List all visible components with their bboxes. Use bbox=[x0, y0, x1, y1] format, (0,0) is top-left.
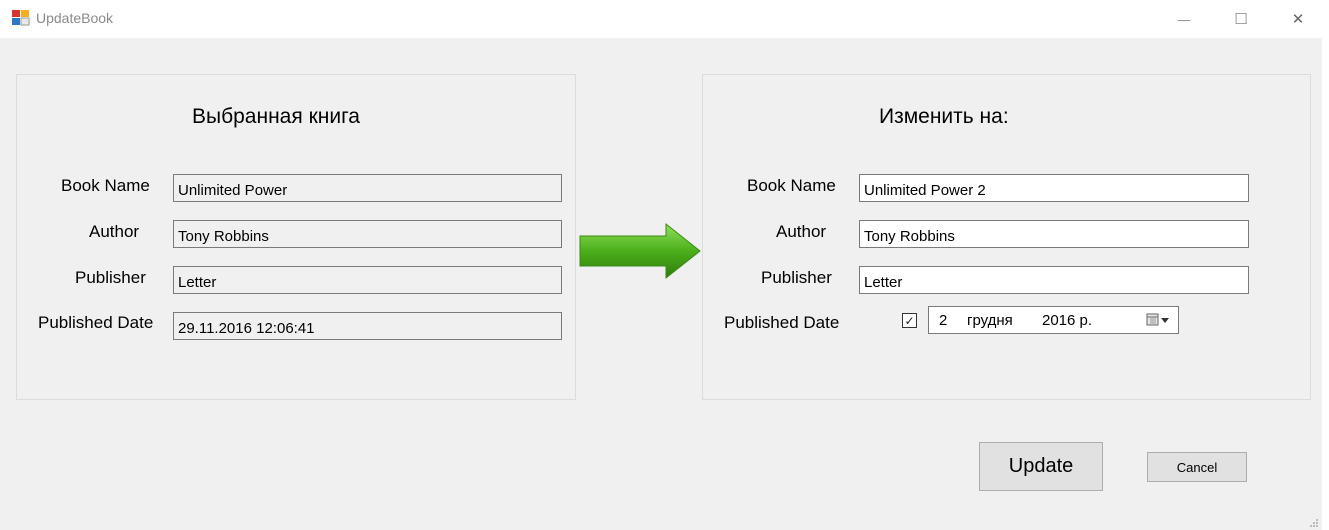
selected-book-title: Выбранная книга bbox=[192, 105, 360, 128]
window-title: UpdateBook bbox=[36, 10, 114, 26]
title-bar: UpdateBook — ☐ ✕ bbox=[0, 0, 1329, 38]
update-button[interactable]: Update bbox=[979, 442, 1103, 491]
arrow-right-icon bbox=[579, 222, 701, 280]
left-publisher-label: Publisher bbox=[75, 268, 146, 287]
published-date-checkbox[interactable]: ✓ bbox=[902, 313, 917, 328]
right-author-label: Author bbox=[776, 222, 827, 241]
left-published-date-field[interactable] bbox=[173, 312, 562, 340]
published-date-picker[interactable]: 2 грудня 2016 р. bbox=[928, 306, 1179, 334]
left-author-field[interactable] bbox=[173, 220, 562, 248]
cancel-button[interactable]: Cancel bbox=[1147, 452, 1247, 482]
minimize-icon: — bbox=[1177, 11, 1191, 27]
change-to-title: Изменить на: bbox=[879, 105, 1009, 128]
left-book-name-field[interactable] bbox=[173, 174, 562, 202]
left-author-label: Author bbox=[89, 222, 140, 241]
resize-grip-icon[interactable] bbox=[1309, 518, 1319, 528]
right-publisher-input[interactable] bbox=[859, 266, 1249, 294]
right-book-name-input[interactable] bbox=[859, 174, 1249, 202]
date-year[interactable]: 2016 р. bbox=[1042, 312, 1092, 329]
right-published-date-label: Published Date bbox=[724, 313, 840, 332]
maximize-button[interactable]: ☐ bbox=[1212, 0, 1270, 38]
left-book-name-label: Book Name bbox=[61, 176, 150, 195]
maximize-icon: ☐ bbox=[1234, 11, 1248, 28]
window-edge bbox=[1322, 0, 1329, 530]
checkmark-icon: ✓ bbox=[904, 313, 915, 328]
left-publisher-field[interactable] bbox=[173, 266, 562, 294]
right-book-name-label: Book Name bbox=[747, 176, 836, 195]
right-publisher-label: Publisher bbox=[761, 268, 832, 287]
close-icon: ✕ bbox=[1291, 11, 1305, 28]
close-button[interactable]: ✕ bbox=[1269, 0, 1327, 38]
right-author-input[interactable] bbox=[859, 220, 1249, 248]
date-day[interactable]: 2 bbox=[939, 312, 947, 329]
app-icon bbox=[12, 10, 30, 26]
calendar-dropdown-icon[interactable] bbox=[1146, 313, 1172, 327]
date-month[interactable]: грудня bbox=[967, 312, 1013, 329]
left-published-date-label: Published Date bbox=[38, 313, 154, 332]
minimize-button[interactable]: — bbox=[1155, 0, 1213, 38]
